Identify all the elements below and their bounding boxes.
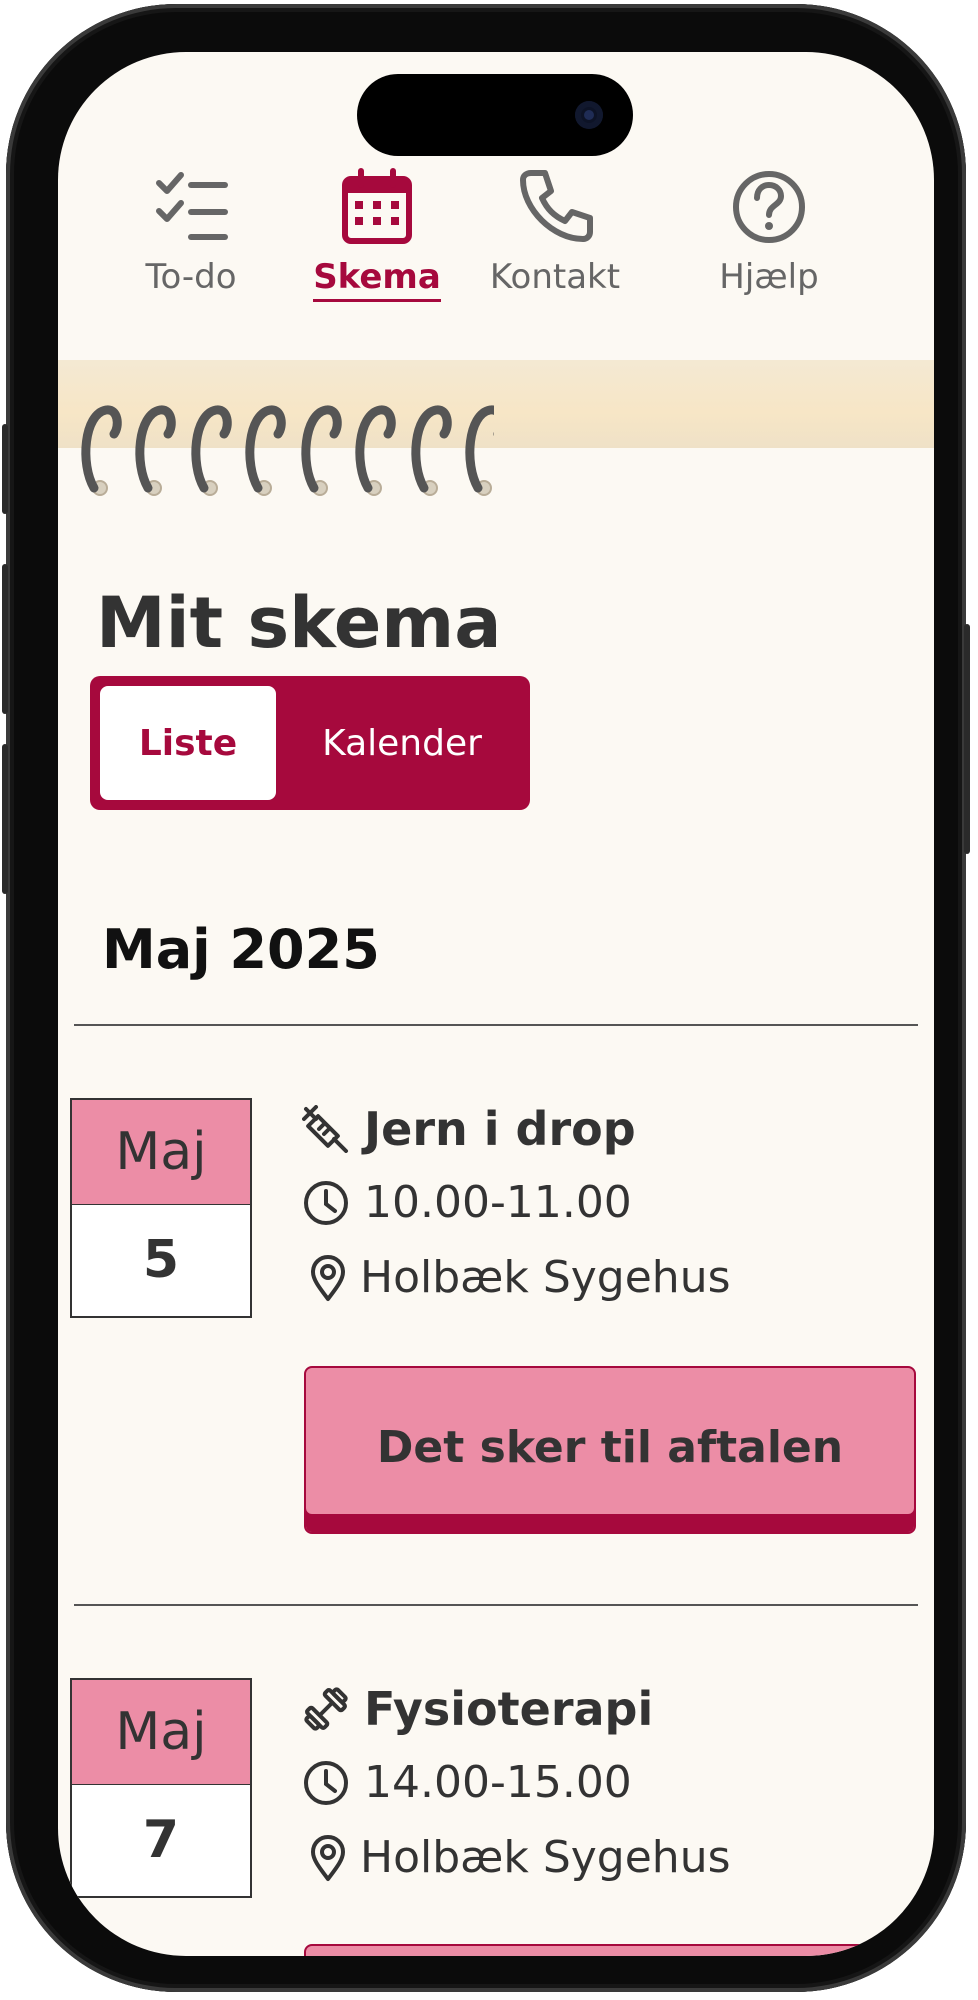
nav-label-kontakt: Kontakt: [489, 257, 621, 297]
nav-label-todo: To-do: [145, 257, 237, 297]
phone-frame: To-do Skema Kontakt Hjælp Mit skema List…: [2, 4, 970, 1992]
checklist-icon: [156, 172, 228, 240]
event-location: Holbæk Sygehus: [360, 1832, 731, 1883]
event-date-day: 7: [142, 1810, 180, 1870]
event-location-row: Holbæk Sygehus: [304, 1832, 731, 1883]
event-date-box: Maj 5: [70, 1098, 252, 1318]
phone-icon: [520, 170, 593, 242]
dynamic-island: [357, 74, 633, 156]
page-title: Mit skema: [96, 582, 502, 664]
divider: [74, 1024, 918, 1026]
clock-icon: [304, 1760, 348, 1805]
event-time-row: 14.00-15.00: [302, 1757, 632, 1808]
syringe-icon: [302, 1105, 348, 1153]
app-screen: To-do Skema Kontakt Hjælp Mit skema List…: [58, 52, 934, 1956]
event-time: 10.00-11.00: [364, 1177, 632, 1228]
location-pin-icon: [311, 1254, 345, 1301]
appointment-details-button[interactable]: Det sker til aftalen: [304, 1366, 916, 1534]
nav-label-skema: Skema: [313, 257, 441, 302]
clock-icon: [304, 1180, 348, 1225]
event-title-row: Fysioterapi: [302, 1682, 653, 1736]
location-pin-icon: [311, 1834, 345, 1881]
volume-up-button: [2, 564, 8, 714]
nav-item-todo[interactable]: To-do: [116, 167, 266, 297]
divider: [74, 1604, 918, 1606]
toggle-liste[interactable]: Liste: [100, 686, 276, 800]
appointment-details-button-partial[interactable]: [304, 1944, 916, 1956]
camera-icon: [575, 101, 603, 129]
event-title: Jern i drop: [364, 1102, 636, 1156]
toggle-kalender[interactable]: Kalender: [280, 686, 524, 800]
nav-item-hjaelp[interactable]: Hjælp: [694, 167, 844, 297]
event-date-month: Maj: [72, 1680, 250, 1785]
event-location-row: Holbæk Sygehus: [304, 1252, 731, 1303]
help-icon: [733, 171, 805, 243]
event-title-row: Jern i drop: [302, 1102, 636, 1156]
event-location: Holbæk Sygehus: [360, 1252, 731, 1303]
month-heading: Maj 2025: [102, 918, 380, 981]
event-title: Fysioterapi: [364, 1682, 654, 1736]
nav-item-kontakt[interactable]: Kontakt: [480, 167, 630, 297]
mute-switch: [2, 424, 8, 514]
event-time-row: 10.00-11.00: [302, 1177, 632, 1228]
event-time: 14.00-15.00: [364, 1757, 632, 1808]
volume-down-button: [2, 744, 8, 894]
calendar-icon: [342, 168, 412, 244]
notebook-rings-icon: [74, 404, 494, 544]
event-date-box: Maj 7: [70, 1678, 252, 1898]
nav-label-hjaelp: Hjælp: [719, 257, 819, 297]
event-date-day: 5: [142, 1230, 180, 1290]
power-button: [964, 624, 970, 854]
dumbbell-icon: [304, 1687, 348, 1731]
view-toggle: Liste Kalender: [90, 676, 530, 810]
nav-item-skema[interactable]: Skema: [302, 167, 452, 302]
event-date-month: Maj: [72, 1100, 250, 1205]
